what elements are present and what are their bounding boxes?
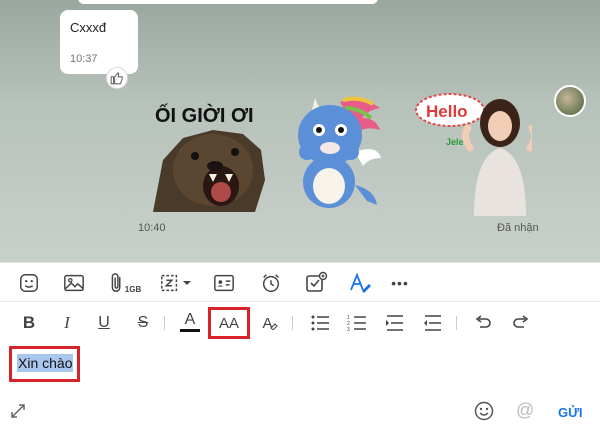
bottom-bar: @ GỬI	[0, 392, 600, 426]
strikethrough-button[interactable]: S	[134, 310, 152, 336]
screenshot-icon	[161, 274, 178, 292]
alarm-clock-icon	[262, 274, 280, 292]
bullet-list-button[interactable]	[309, 310, 331, 336]
redo-button[interactable]	[510, 310, 532, 336]
avatar[interactable]	[554, 85, 586, 117]
emoji-button[interactable]	[474, 401, 494, 426]
message-editor[interactable]: Xin chào	[0, 342, 600, 392]
sticker-caption: ỐI GIỜI ƠI	[155, 103, 254, 127]
undo-icon	[475, 315, 491, 328]
sticker-button[interactable]	[17, 269, 41, 297]
message-text: Cxxxđ	[70, 20, 107, 35]
dragon-sticker[interactable]	[285, 90, 385, 215]
emoji-icon	[474, 401, 494, 421]
chat-toolbar: 1GB •••	[0, 262, 600, 302]
screenshot-button[interactable]	[155, 269, 195, 297]
clear-format-button[interactable]: A	[260, 310, 280, 336]
thumbs-up-icon	[110, 72, 123, 85]
contact-card-icon	[214, 274, 234, 292]
outdent-button[interactable]	[422, 310, 444, 336]
message-bubble[interactable]: Cxxxđ 10:37	[60, 10, 138, 74]
text-color-button[interactable]: A	[180, 310, 200, 332]
numbered-list-button[interactable]: 1 2 3	[346, 310, 368, 336]
bold-button[interactable]: B	[20, 310, 38, 336]
text-format-button[interactable]	[348, 269, 372, 297]
bullet-list-icon	[311, 315, 329, 331]
eraser-icon	[269, 323, 278, 330]
italic-button[interactable]: I	[58, 310, 76, 336]
text-format-icon	[350, 272, 371, 293]
task-button[interactable]	[303, 269, 329, 297]
message-time: 10:37	[70, 53, 98, 65]
numbered-list-icon: 1 2 3	[347, 315, 366, 332]
expand-button[interactable]	[10, 403, 26, 424]
outdent-icon	[424, 315, 441, 331]
paperclip-icon	[111, 273, 121, 292]
more-options-button[interactable]: •••	[386, 269, 414, 297]
format-toolbar: B I U S A AA A 1 2 3	[0, 302, 600, 342]
sticker-hello-text: Hello	[426, 102, 468, 121]
undo-button[interactable]	[472, 310, 494, 336]
delivery-status: Đã nhận	[497, 222, 539, 234]
underline-button[interactable]: U	[95, 310, 113, 336]
redo-icon	[513, 315, 529, 328]
send-button[interactable]: GỬI	[558, 405, 583, 420]
image-button[interactable]	[62, 269, 86, 297]
like-button[interactable]	[106, 67, 128, 89]
file-size-badge: 1GB	[124, 284, 142, 294]
sticker-icon	[20, 274, 38, 292]
sticker-time: 10:40	[138, 222, 166, 234]
previous-message-bubble	[78, 0, 378, 4]
svg-text:3: 3	[347, 327, 350, 332]
indent-icon	[386, 315, 403, 331]
chat-area: Cxxxđ 10:37 ỐI GIỜI ƠI Hello Jele 10:40 …	[0, 0, 600, 262]
bear-sticker[interactable]: ỐI GIỜI ƠI	[143, 100, 268, 215]
chevron-down-icon	[183, 281, 191, 285]
font-size-highlight	[208, 307, 250, 339]
task-check-icon	[306, 271, 328, 292]
reminder-button[interactable]	[259, 269, 283, 297]
attach-file-button[interactable]: 1GB	[108, 269, 142, 297]
separator	[456, 316, 457, 330]
separator	[292, 316, 293, 330]
editor-text-highlight	[9, 346, 80, 382]
mention-button[interactable]: @	[516, 400, 534, 421]
image-icon	[64, 274, 84, 292]
sticker-brand-text: Jele	[446, 137, 464, 147]
indent-button[interactable]	[384, 310, 406, 336]
separator	[164, 316, 165, 330]
expand-icon	[11, 404, 25, 418]
hello-sticker[interactable]: Hello Jele	[412, 88, 539, 216]
contact-card-button[interactable]	[212, 269, 236, 297]
